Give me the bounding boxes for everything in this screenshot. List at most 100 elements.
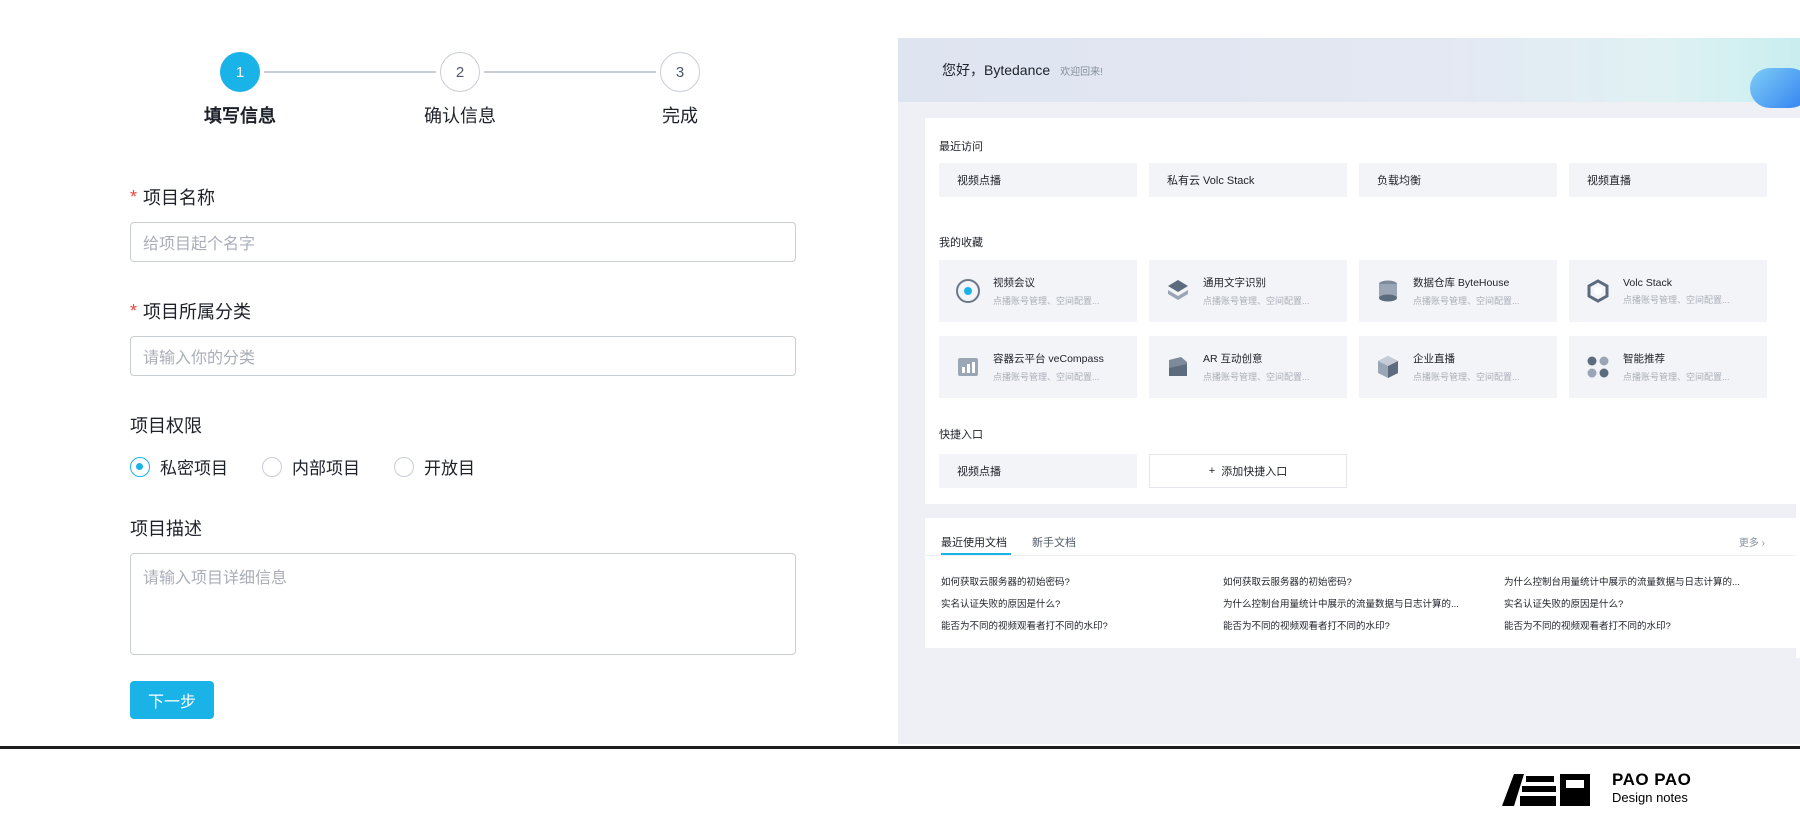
step-1-circle: 1 — [220, 52, 260, 92]
more-docs-link[interactable]: 更多 › — [1739, 534, 1765, 549]
recent-item[interactable]: 私有云 Volc Stack — [1149, 163, 1347, 197]
volc-stack-icon — [1587, 279, 1609, 303]
watermark-brand: PAO PAO — [1612, 770, 1692, 789]
favorite-title: 智能推荐 — [1623, 353, 1665, 365]
step-3-circle: 3 — [660, 52, 700, 92]
container-chart-icon — [958, 358, 978, 376]
step-3-label: 完成 — [662, 106, 698, 126]
step-2-label: 确认信息 — [424, 106, 496, 126]
step-2: 2 确认信息 — [390, 52, 530, 128]
favorite-item[interactable]: 通用文字识别点播账号管理、空间配置... — [1149, 260, 1347, 322]
ar-creative-icon — [1169, 357, 1187, 376]
favorite-subtitle: 点播账号管理、空间配置... — [993, 372, 1100, 382]
radio-checked-icon — [130, 456, 150, 477]
radio-internal-label: 内部项目 — [292, 459, 360, 478]
step-2-circle: 2 — [440, 52, 480, 92]
favorite-subtitle: 点播账号管理、空间配置... — [1623, 372, 1730, 382]
recommendation-icon — [1587, 356, 1609, 378]
recent-item[interactable]: 视频点播 — [939, 163, 1137, 197]
doc-link[interactable]: 能否为不同的视频观看者打不同的水印? — [941, 618, 1199, 632]
watermark-tagline: Design notes — [1612, 790, 1688, 805]
favorite-subtitle: 点播账号管理、空间配置... — [1623, 294, 1730, 305]
favorite-title: 企业直播 — [1413, 353, 1455, 365]
favorite-item[interactable]: 视频会议点播账号管理、空间配置... — [939, 260, 1137, 322]
project-category-label: * 项目所属分类 — [130, 298, 796, 324]
welcome-banner: 您好，Bytedance 欢迎回来! — [898, 38, 1800, 108]
favorite-title: Volc Stack — [1623, 276, 1673, 289]
radio-unchecked-icon — [394, 456, 414, 477]
documents-card: 最近使用文档 新手文档 更多 › 如何获取云服务器的初始密码? 实名认证失败的原… — [925, 518, 1800, 648]
steps-indicator: 1 填写信息 2 确认信息 3 完成 — [170, 52, 750, 132]
shortcuts-title: 快捷入口 — [939, 429, 983, 441]
doc-link[interactable]: 实名认证失败的原因是什么? — [941, 596, 1199, 610]
tab-divider — [925, 555, 1800, 556]
step-1-label: 填写信息 — [204, 106, 276, 126]
project-form: * 项目名称 给项目起个名字 * 项目所属分类 请输入你的分类 项目权限 私密项… — [130, 184, 796, 719]
recent-item[interactable]: 视频直播 — [1569, 163, 1767, 197]
project-name-input[interactable]: 给项目起个名字 — [130, 222, 796, 262]
doc-link[interactable]: 如何获取云服务器的初始密码? — [1223, 574, 1481, 588]
favorite-subtitle: 点播账号管理、空间配置... — [1413, 372, 1520, 382]
radio-internal[interactable]: 内部项目 — [262, 454, 360, 479]
shortcut-item[interactable]: 视频点播 — [939, 454, 1137, 488]
doc-link[interactable]: 能否为不同的视频观看者打不同的水印? — [1504, 618, 1762, 632]
welcome-text: 欢迎回来! — [1060, 66, 1103, 78]
doc-link[interactable]: 能否为不同的视频观看者打不同的水印? — [1223, 618, 1481, 632]
recent-item[interactable]: 负载均衡 — [1359, 163, 1557, 197]
bottom-divider — [0, 746, 1800, 749]
step-1: 1 填写信息 — [170, 52, 310, 128]
tab-recent-docs[interactable]: 最近使用文档 — [941, 534, 1007, 550]
favorite-item[interactable]: Volc Stack 点播账号管理、空间配置... — [1569, 260, 1767, 322]
brand-mark-icon — [1502, 774, 1590, 806]
dashboard-preview: 您好，Bytedance 欢迎回来! 最近访问 视频点播 私有云 Volc St… — [898, 38, 1800, 744]
radio-unchecked-icon — [262, 456, 282, 477]
database-icon — [1379, 280, 1397, 302]
required-mark: * — [130, 186, 138, 207]
doc-link[interactable]: 为什么控制台用量统计中展示的流量数据与日志计算的... — [1504, 574, 1762, 588]
project-category-label-text: 项目所属分类 — [143, 302, 252, 322]
favorite-title: 容器云平台 veCompass — [993, 353, 1104, 365]
banner-decoration-icon — [1750, 68, 1800, 108]
watermark-logo: PAO PAO Design notes — [1500, 770, 1800, 810]
doc-link[interactable]: 实名认证失败的原因是什么? — [1504, 596, 1762, 610]
favorite-title: 通用文字识别 — [1203, 277, 1266, 289]
favorite-title: 数据仓库 ByteHouse — [1413, 277, 1510, 289]
project-permission-label: 项目权限 — [130, 416, 202, 436]
radio-public[interactable]: 开放目 — [394, 454, 475, 479]
favorite-subtitle: 点播账号管理、空间配置... — [1203, 372, 1310, 382]
tab-beginner-docs[interactable]: 新手文档 — [1032, 534, 1076, 550]
favorite-subtitle: 点播账号管理、空间配置... — [993, 296, 1100, 306]
favorite-item[interactable]: 智能推荐点播账号管理、空间配置... — [1569, 336, 1767, 398]
video-meeting-icon — [956, 279, 980, 303]
live-stream-cube-icon — [1378, 356, 1398, 378]
project-category-input[interactable]: 请输入你的分类 — [130, 336, 796, 376]
ocr-icon — [1168, 280, 1188, 300]
favorite-title: 视频会议 — [993, 277, 1035, 289]
favorite-item[interactable]: 数据仓库 ByteHouse 点播账号管理、空间配置... — [1359, 260, 1557, 322]
radio-public-label: 开放目 — [424, 459, 475, 478]
favorite-subtitle: 点播账号管理、空间配置... — [1203, 296, 1310, 306]
doc-link[interactable]: 如何获取云服务器的初始密码? — [941, 574, 1199, 588]
greeting-text: 您好，Bytedance — [942, 62, 1051, 78]
next-step-button[interactable]: 下一步 — [130, 681, 214, 719]
favorite-title: AR 互动创意 — [1203, 353, 1263, 365]
permission-radio-group: 私密项目 内部项目 开放目 — [130, 454, 796, 479]
project-name-label-text: 项目名称 — [143, 188, 216, 208]
favorites-title: 我的收藏 — [939, 237, 983, 249]
preview-edge — [1796, 118, 1800, 658]
radio-private-label: 私密项目 — [160, 459, 228, 478]
project-description-textarea[interactable]: 请输入项目详细信息 — [130, 553, 796, 655]
required-mark: * — [130, 300, 138, 321]
plus-icon: + — [1208, 465, 1216, 477]
add-shortcut-button[interactable]: + 添加快捷入口 — [1149, 454, 1347, 488]
doc-link[interactable]: 为什么控制台用量统计中展示的流量数据与日志计算的... — [1223, 596, 1481, 610]
project-description-label: 项目描述 — [130, 519, 202, 539]
overview-card: 最近访问 视频点播 私有云 Volc Stack 负载均衡 视频直播 我的收藏 … — [925, 118, 1800, 504]
add-shortcut-label: 添加快捷入口 — [1221, 466, 1288, 478]
project-name-label: * 项目名称 — [130, 184, 796, 210]
favorite-subtitle: 点播账号管理、空间配置... — [1413, 296, 1520, 306]
favorite-item[interactable]: AR 互动创意点播账号管理、空间配置... — [1149, 336, 1347, 398]
favorite-item[interactable]: 容器云平台 veCompass 点播账号管理、空间配置... — [939, 336, 1137, 398]
favorite-item[interactable]: 企业直播点播账号管理、空间配置... — [1359, 336, 1557, 398]
radio-private[interactable]: 私密项目 — [130, 454, 228, 479]
